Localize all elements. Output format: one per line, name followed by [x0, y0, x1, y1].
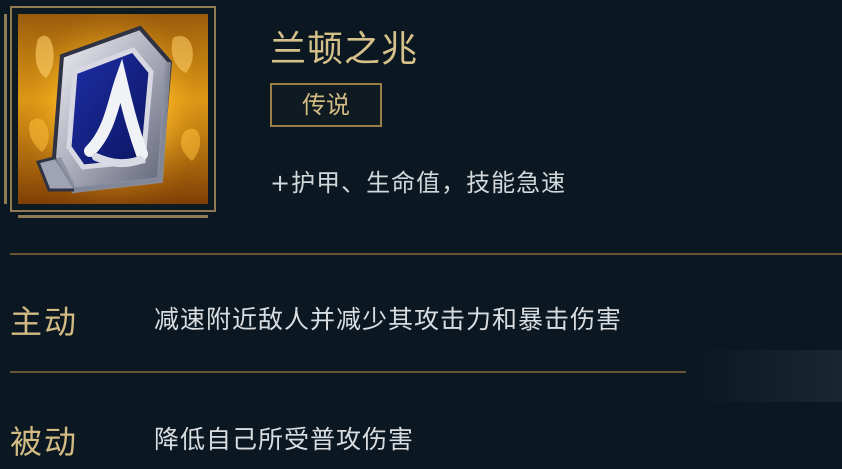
rarity-badge: 传说 — [270, 83, 382, 127]
shadow-overlay — [690, 350, 842, 402]
passive-description: 降低自己所受普攻伤害 — [154, 425, 415, 454]
passive-label: 被动 — [10, 423, 79, 461]
active-label: 主动 — [10, 303, 79, 341]
item-name: 兰顿之兆 — [270, 29, 419, 70]
section-divider-top — [10, 253, 842, 255]
shield-icon — [18, 14, 208, 204]
item-icon-frame — [4, 6, 216, 218]
section-divider-bottom — [10, 371, 686, 373]
item-stats: +护甲、生命值，技能急速 — [270, 169, 567, 197]
active-description: 减速附近敌人并减少其攻击力和暴击伤害 — [154, 305, 623, 334]
